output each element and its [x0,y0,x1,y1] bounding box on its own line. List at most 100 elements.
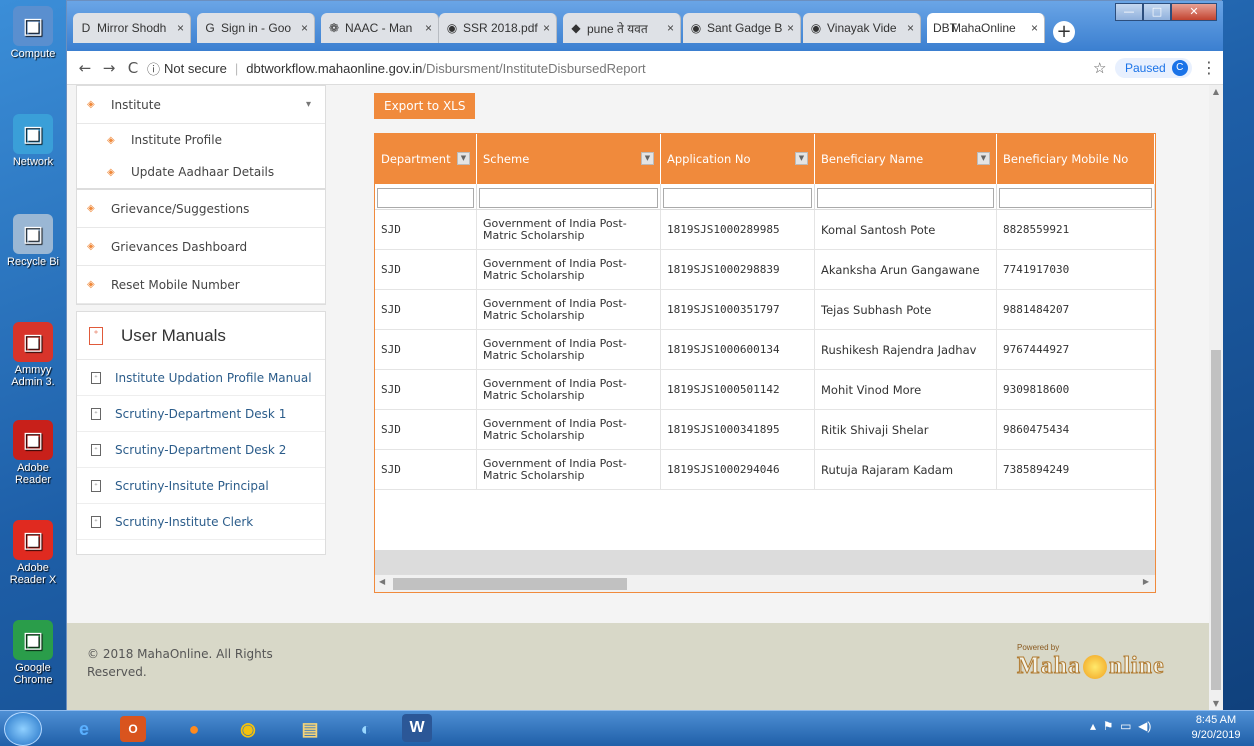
scroll-right-icon[interactable]: ▶ [1143,577,1149,586]
desktop-icon-computer[interactable]: ▣ Compute [2,6,64,60]
new-tab-button[interactable]: + [1053,21,1075,43]
column-filter-input[interactable] [377,187,474,208]
mahaonline-logo: Maha nline [1017,653,1165,680]
tab-close-icon[interactable]: × [301,21,308,35]
scrollbar-thumb[interactable] [1211,350,1221,690]
filter-dropdown-icon[interactable]: ▼ [795,152,808,165]
manual-link-label: Scrutiny-Department Desk 1 [115,406,287,421]
table-row[interactable]: SJD Government of India Post-Matric Schol… [375,450,1155,490]
manual-link[interactable]: ⁺ Institute Updation Profile Manual [77,360,325,396]
table-row[interactable]: SJD Government of India Post-Matric Schol… [375,370,1155,410]
scroll-down-icon[interactable]: ▼ [1209,697,1223,711]
browser-tab[interactable]: ❁ NAAC - Man × [321,13,439,43]
browser-tab[interactable]: ◉ SSR 2018.pdf × [439,13,557,43]
browser-tab[interactable]: ◉ Sant Gadge B × [683,13,801,43]
sidebar-item-label: Grievances Dashboard [111,239,248,254]
sidebar-item-grievances-dashboard[interactable]: ◈ Grievances Dashboard [77,228,325,266]
browser-menu-icon[interactable]: ⋮ [1201,58,1217,77]
scrollbar-thumb[interactable] [393,578,627,590]
column-header[interactable]: Application No ▼ [661,134,815,184]
table-row[interactable]: SJD Government of India Post-Matric Schol… [375,290,1155,330]
clock-date: 9/20/2019 [1191,729,1241,741]
tab-close-icon[interactable]: × [907,21,914,35]
scroll-left-icon[interactable]: ◀ [379,577,385,586]
taskbar-clock[interactable]: 8:45 AM 9/20/2019 [1184,713,1248,743]
tab-close-icon[interactable]: × [177,21,184,35]
sidebar-item-institute[interactable]: ◈ Institute ▾ [77,86,325,124]
reload-button[interactable]: C [123,58,143,78]
desktop-icon-adobe-reader[interactable]: ▣ Adobe Reader [2,420,64,486]
filter-cell [477,184,661,210]
browser-tab[interactable]: ◉ Vinayak Vide × [803,13,921,43]
table-row[interactable]: SJD Government of India Post-Matric Schol… [375,210,1155,250]
desktop-icon-recycle-bin[interactable]: ▣ Recycle Bi [2,214,64,268]
manual-link[interactable]: ⁺ Scrutiny-Department Desk 1 [77,396,325,432]
column-header[interactable]: Beneficiary Name ▼ [815,134,997,184]
chrome-taskbar-icon[interactable]: ◉ [228,714,268,744]
tab-close-icon[interactable]: × [543,21,550,35]
media-icon[interactable]: ◐ [346,714,386,744]
back-button[interactable]: ← [75,58,95,78]
file-explorer-icon[interactable]: ▤ [290,714,330,744]
tab-close-icon[interactable]: × [425,21,432,35]
internet-explorer-icon[interactable]: e [64,714,104,744]
vertical-scrollbar[interactable]: ▲ ▼ [1209,85,1223,711]
start-button[interactable] [4,712,42,746]
table-row[interactable]: SJD Government of India Post-Matric Schol… [375,330,1155,370]
export-xls-button[interactable]: Export to XLS [374,93,476,119]
filter-dropdown-icon[interactable]: ▼ [457,152,470,165]
column-filter-input[interactable] [817,187,994,208]
tab-close-icon[interactable]: × [787,21,794,35]
column-filter-input[interactable] [479,187,658,208]
bookmark-star-icon[interactable]: ☆ [1093,59,1106,77]
desktop-icon-ammyy-admin[interactable]: ▣ Ammyy Admin 3. [2,322,64,388]
column-filter-input[interactable] [999,187,1152,208]
info-icon[interactable]: ⓘ [147,59,160,78]
minimize-button[interactable]: — [1115,3,1143,21]
sidebar-links: ◈ Grievance/Suggestions ◈ Grievances Das… [76,189,326,305]
browser-tab[interactable]: DBT MahaOnline × [927,13,1045,43]
system-tray[interactable]: ▴ ⚑ ▭ ◀) [1090,719,1151,733]
cell-scheme: Government of India Post-Matric Scholars… [477,330,661,369]
close-window-button[interactable]: ✕ [1171,3,1217,21]
filter-dropdown-icon[interactable]: ▼ [977,152,990,165]
horizontal-scrollbar[interactable]: ◀ ▶ [375,574,1155,592]
sidebar-item-update-aadhaar[interactable]: ◈ Update Aadhaar Details [77,156,325,188]
tab-close-icon[interactable]: × [667,21,674,35]
filter-dropdown-icon[interactable]: ▼ [641,152,654,165]
address-bar[interactable]: ⓘ Not secure | dbtworkflow.mahaonline.go… [147,56,1107,80]
desktop-icon-adobe-reader-x[interactable]: ▣ Adobe Reader X [2,520,64,586]
maximize-button[interactable]: □ [1143,3,1171,21]
manual-link[interactable]: ⁺ Scrutiny-Department Desk 2 [77,432,325,468]
cell-name: Komal Santosh Pote [815,210,997,249]
logo-text-left: Maha [1017,653,1081,680]
manual-link-label: Scrutiny-Department Desk 2 [115,442,287,457]
column-header[interactable]: Department ▼ [375,134,477,184]
column-filter-input[interactable] [663,187,812,208]
office-icon[interactable]: O [120,716,146,742]
manual-link[interactable]: ⁺ Scrutiny-Insitute Principal [77,468,325,504]
column-header[interactable]: Scheme ▼ [477,134,661,184]
tab-favicon-icon: D [81,21,91,35]
desktop-icon-network[interactable]: ▣ Network [2,114,64,168]
sidebar-item-institute-profile[interactable]: ◈ Institute Profile [77,124,325,156]
profile-button[interactable]: Paused C [1115,58,1192,78]
browser-tab[interactable]: D Mirror Shodh × [73,13,191,43]
column-header[interactable]: Beneficiary Mobile No [997,134,1155,184]
cell-dept: SJD [375,410,477,449]
sidebar-item-label: Reset Mobile Number [111,277,240,292]
forward-button[interactable]: → [99,58,119,78]
word-icon[interactable]: W [402,714,432,742]
scroll-up-icon[interactable]: ▲ [1209,85,1223,99]
table-row[interactable]: SJD Government of India Post-Matric Schol… [375,410,1155,450]
tab-close-icon[interactable]: × [1031,21,1038,35]
sidebar-item-grievance[interactable]: ◈ Grievance/Suggestions [77,190,325,228]
manual-link[interactable]: ⁺ Scrutiny-Institute Clerk [77,504,325,540]
desktop-icon-chrome[interactable]: ▣ Google Chrome [2,620,64,686]
table-row[interactable]: SJD Government of India Post-Matric Schol… [375,250,1155,290]
sidebar-item-reset-mobile[interactable]: ◈ Reset Mobile Number [77,266,325,304]
browser-tab[interactable]: G Sign in - Goo × [197,13,315,43]
browser-tab[interactable]: ◆ pune ते यवत × [563,13,681,43]
cell-dept: SJD [375,290,477,329]
firefox-icon[interactable]: ● [174,714,214,744]
